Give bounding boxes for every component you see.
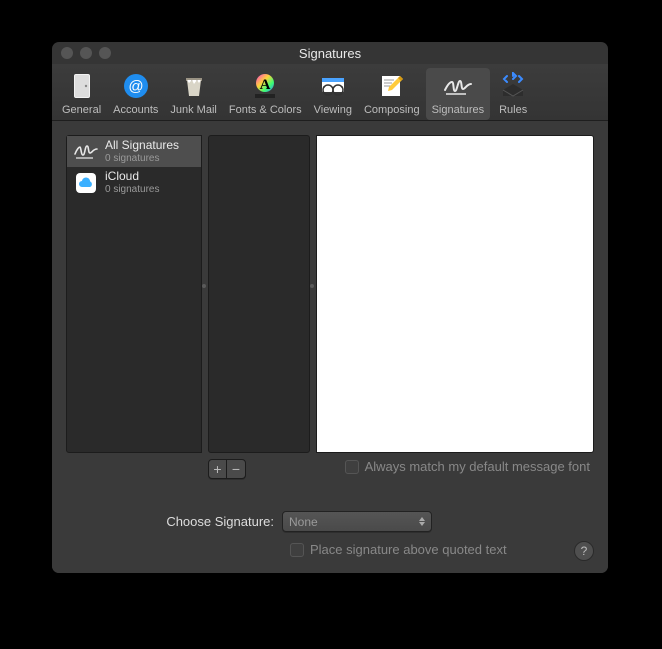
add-button[interactable]: + [209,460,227,478]
tab-composing[interactable]: Composing [358,68,426,120]
account-row-all[interactable]: All Signatures 0 signatures [67,136,201,167]
choose-signature-value: None [289,515,318,529]
pane-resize-handle[interactable] [310,284,314,304]
tab-label: Junk Mail [170,104,216,116]
add-remove-control: + − [208,459,246,479]
zoom-button[interactable] [99,47,111,59]
signature-icon [73,141,99,163]
svg-text:@: @ [128,78,143,95]
bottom-controls: Choose Signature: None Place signature a… [66,511,594,557]
at-icon: @ [120,70,152,102]
trash-icon [178,70,210,102]
tab-viewing[interactable]: Viewing [308,68,358,120]
choose-signature-popup[interactable]: None [282,511,432,532]
close-button[interactable] [61,47,73,59]
signature-editor[interactable] [316,135,594,453]
remove-button[interactable]: − [227,460,245,478]
svg-text:A: A [260,77,271,93]
account-sub: 0 signatures [105,153,179,165]
rules-icon [497,70,529,102]
accounts-list[interactable]: All Signatures 0 signatures iCloud 0 sig… [66,135,202,453]
account-row-icloud[interactable]: iCloud 0 signatures [67,167,201,198]
minimize-button[interactable] [80,47,92,59]
match-font-checkbox[interactable] [345,460,359,474]
account-sub: 0 signatures [105,184,159,196]
tab-junk-mail[interactable]: Junk Mail [164,68,222,120]
preferences-window: Signatures General @ Accounts Junk Mail [52,42,608,573]
window-title: Signatures [52,46,608,61]
tab-label: Viewing [314,104,352,116]
tab-general[interactable]: General [56,68,107,120]
account-name: iCloud [105,170,159,184]
account-name: All Signatures [105,139,179,153]
panes: All Signatures 0 signatures iCloud 0 sig… [66,135,594,453]
general-icon [66,70,98,102]
tab-label: Fonts & Colors [229,104,302,116]
signatures-list[interactable] [208,135,310,453]
place-above-label: Place signature above quoted text [310,542,507,557]
tab-label: General [62,104,101,116]
chevron-up-down-icon [419,517,425,526]
viewing-icon [317,70,349,102]
icloud-icon [73,172,99,194]
fonts-icon: A [249,70,281,102]
choose-signature-label: Choose Signature: [66,514,282,529]
content-area: All Signatures 0 signatures iCloud 0 sig… [52,121,608,573]
tab-signatures[interactable]: Signatures [426,68,491,120]
pane-resize-handle[interactable] [202,284,206,304]
place-above-checkbox[interactable] [290,543,304,557]
tab-fonts-colors[interactable]: A Fonts & Colors [223,68,308,120]
help-icon: ? [581,544,588,558]
help-button[interactable]: ? [574,541,594,561]
signature-icon [442,70,474,102]
composing-icon [376,70,408,102]
tab-label: Accounts [113,104,158,116]
traffic-lights [52,47,111,59]
tab-label: Signatures [432,104,485,116]
titlebar: Signatures [52,42,608,64]
tab-accounts[interactable]: @ Accounts [107,68,164,120]
tab-label: Rules [499,104,527,116]
preferences-toolbar: General @ Accounts Junk Mail A Fonts & C… [52,64,608,121]
below-panes: + − Always match my default message font [66,459,594,479]
match-font-label: Always match my default message font [365,459,590,474]
tab-label: Composing [364,104,420,116]
tab-rules[interactable]: Rules [490,68,536,120]
